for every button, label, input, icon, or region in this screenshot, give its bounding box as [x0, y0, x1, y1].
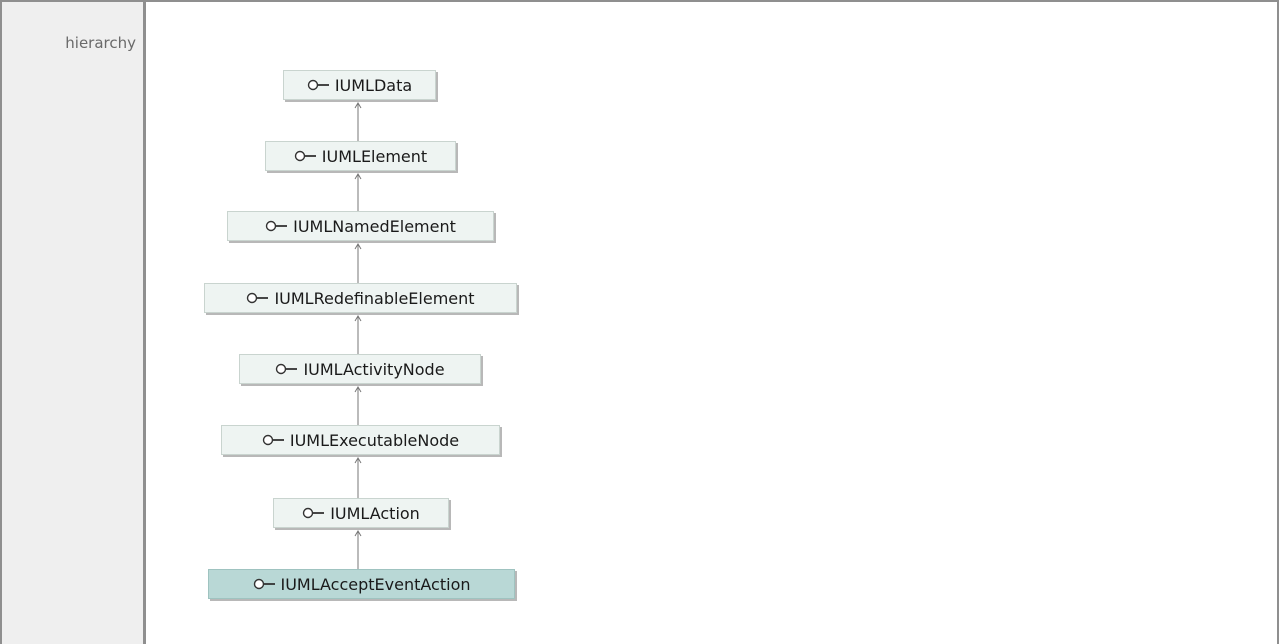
interface-lollipop-icon — [246, 292, 270, 304]
node-iumlredefinableelement[interactable]: IUMLRedefinableElement — [204, 283, 517, 313]
interface-lollipop-icon — [262, 434, 286, 446]
generalization-arrow — [354, 457, 362, 498]
generalization-arrow — [354, 243, 362, 283]
generalization-arrow — [354, 173, 362, 211]
interface-lollipop-icon — [275, 363, 299, 375]
generalization-arrow — [354, 530, 362, 569]
interface-lollipop-icon — [253, 578, 277, 590]
interface-lollipop-icon — [294, 150, 318, 162]
node-label: IUMLActivityNode — [303, 359, 445, 379]
generalization-arrow — [354, 386, 362, 425]
node-label: IUMLData — [334, 75, 413, 95]
arrows-layer — [354, 102, 362, 569]
node-iumlexecutablenode[interactable]: IUMLExecutableNode — [221, 425, 500, 455]
interface-lollipop-icon — [265, 220, 289, 232]
node-iumlaction[interactable]: IUMLAction — [273, 498, 449, 528]
node-label: IUMLAcceptEventAction — [280, 574, 471, 594]
node-iumlelement[interactable]: IUMLElement — [265, 141, 456, 171]
node-label: IUMLRedefinableElement — [274, 288, 475, 308]
node-iumlnamedelement[interactable]: IUMLNamedElement — [227, 211, 494, 241]
node-iumlaccepteventaction[interactable]: IUMLAcceptEventAction — [208, 569, 515, 599]
interface-lollipop-icon — [302, 507, 326, 519]
node-iumldata[interactable]: IUMLData — [283, 70, 436, 100]
node-iumlactivitynode[interactable]: IUMLActivityNode — [239, 354, 481, 384]
inheritance-diagram: IUMLData IUMLElement IUMLNamedElement IU… — [0, 0, 1279, 644]
interface-lollipop-icon — [307, 79, 331, 91]
node-label: IUMLElement — [321, 146, 428, 166]
node-label: IUMLNamedElement — [293, 216, 456, 236]
node-label: IUMLAction — [330, 503, 420, 523]
generalization-arrow — [354, 102, 362, 141]
node-label: IUMLExecutableNode — [289, 430, 460, 450]
generalization-arrow — [354, 315, 362, 354]
